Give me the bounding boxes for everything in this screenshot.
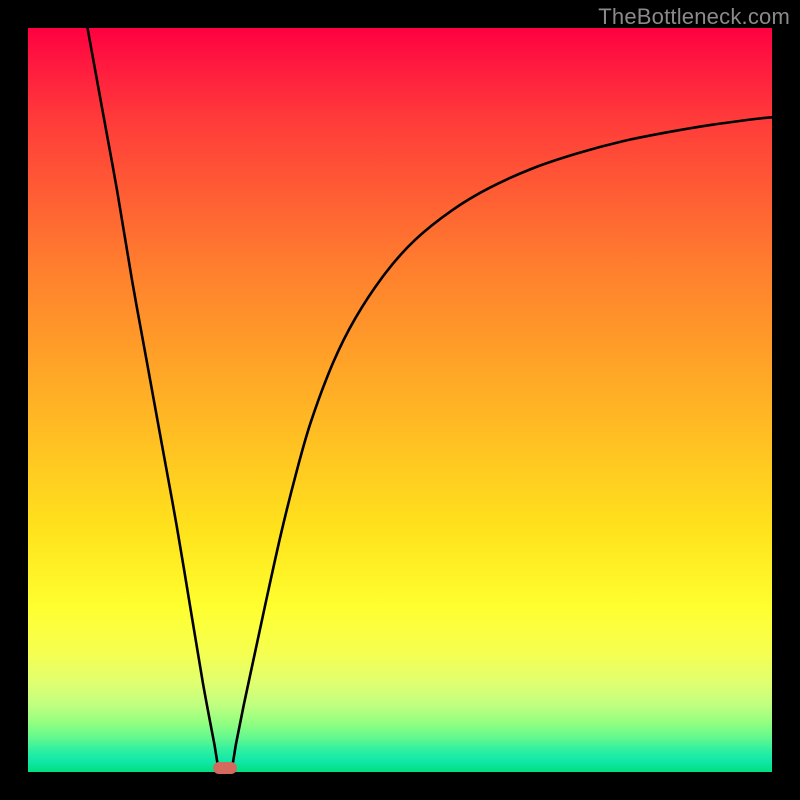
bottleneck-curve <box>28 28 772 772</box>
watermark-text: TheBottleneck.com <box>598 4 790 30</box>
optimum-marker <box>213 762 237 774</box>
chart-frame: TheBottleneck.com <box>0 0 800 800</box>
curve-path <box>88 28 772 776</box>
plot-area <box>28 28 772 772</box>
